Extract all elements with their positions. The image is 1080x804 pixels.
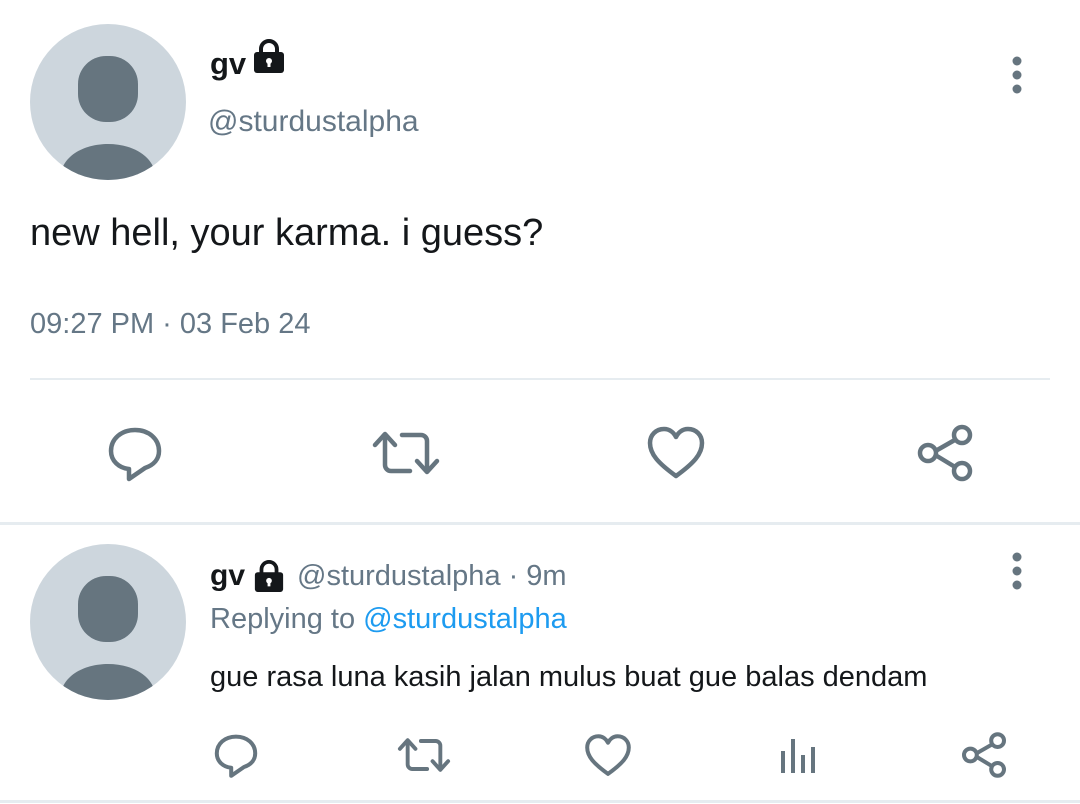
avatar[interactable] [30, 544, 186, 700]
tweet-text-content: new hell, your karma. i guess? [30, 212, 544, 254]
share-button[interactable] [956, 728, 1012, 782]
default-avatar-icon [60, 56, 156, 180]
replying-to: Replying to @sturdustalpha [210, 600, 567, 638]
retweet-icon [397, 738, 451, 772]
default-avatar-icon [60, 576, 156, 700]
handle-text: @sturdustalpha [208, 105, 419, 138]
like-button[interactable] [642, 420, 710, 486]
dot-separator: · [508, 559, 519, 592]
tweet-text: new hell, your karma. i guess? [30, 210, 543, 256]
reply-icon [214, 734, 258, 778]
reply-button[interactable] [208, 728, 264, 782]
avatar[interactable] [30, 24, 186, 180]
divider [30, 378, 1050, 380]
tweet-age[interactable]: 9m [526, 560, 566, 593]
replying-prefix: Replying to [210, 603, 356, 635]
like-icon [647, 426, 705, 479]
retweet-button[interactable] [394, 728, 454, 782]
reply-text-content: gue rasa luna kasih jalan mulus buat gue… [210, 661, 928, 693]
more-options-button[interactable] [1000, 52, 1034, 98]
share-icon [962, 732, 1006, 778]
like-button[interactable] [580, 728, 636, 782]
share-button[interactable] [912, 420, 978, 486]
share-icon [917, 424, 973, 482]
more-options-button[interactable] [1000, 548, 1034, 594]
lock-icon [252, 38, 286, 74]
section-separator [0, 800, 1080, 803]
like-icon [585, 733, 631, 776]
analytics-button[interactable] [770, 728, 824, 782]
section-separator [0, 522, 1080, 525]
handle[interactable]: @sturdustalpha [297, 560, 501, 593]
reply-button[interactable] [100, 420, 170, 486]
more-vertical-icon [1012, 56, 1022, 94]
more-vertical-icon [1012, 552, 1022, 590]
display-name[interactable]: gv [210, 559, 245, 593]
reply-header: gv @sturdustalpha · 9m [210, 556, 567, 596]
handle[interactable]: @sturdustalpha [208, 104, 419, 140]
retweet-icon [372, 431, 440, 475]
timestamp-text: 09:27 PM · 03 Feb 24 [30, 308, 311, 340]
timestamp[interactable]: 09:27 PM · 03 Feb 24 [30, 306, 311, 342]
reply-icon [108, 427, 162, 482]
display-name-text: gv [210, 46, 247, 81]
analytics-icon [781, 739, 815, 773]
lock-icon [253, 559, 285, 593]
reply-text: gue rasa luna kasih jalan mulus buat gue… [210, 658, 927, 696]
retweet-button[interactable] [368, 420, 444, 486]
replying-to-link[interactable]: @sturdustalpha [363, 603, 567, 635]
display-name[interactable]: gv [210, 46, 246, 82]
